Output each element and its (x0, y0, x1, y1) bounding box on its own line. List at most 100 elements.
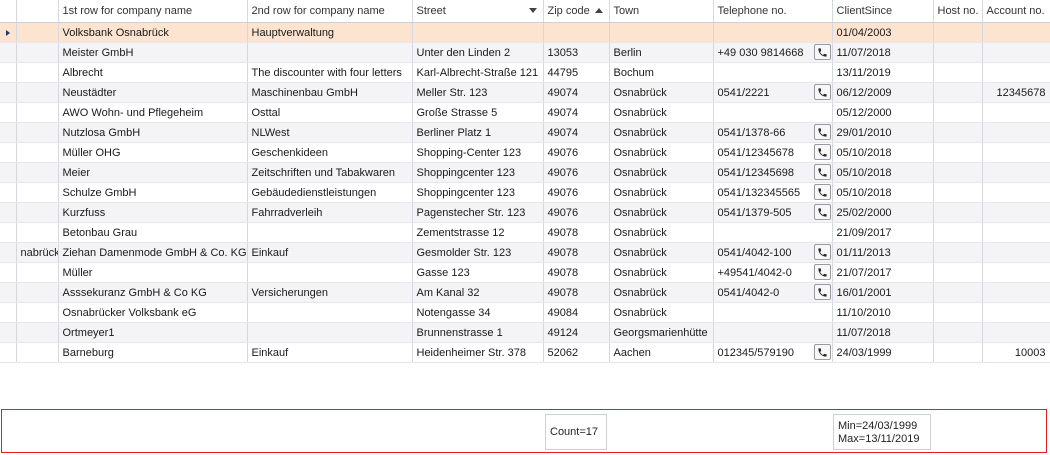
table-row[interactable]: Neustädter Maschinenbau GmbH Meller Str. 1… (0, 82, 1050, 103)
cell-town[interactable]: Osnabrück (609, 82, 714, 103)
phone-icon[interactable] (813, 44, 831, 60)
cell-account[interactable] (982, 162, 1050, 183)
cell-telephone[interactable] (713, 22, 833, 43)
cell-client-since[interactable]: 13/11/2019 (832, 62, 934, 83)
cell-telephone[interactable] (713, 322, 833, 343)
cell-lead[interactable] (16, 82, 59, 103)
row-indicator[interactable] (0, 82, 17, 103)
cell-town[interactable]: Osnabrück (609, 182, 714, 203)
cell-host[interactable] (933, 342, 983, 363)
cell-client-since[interactable]: 05/10/2018 (832, 142, 934, 163)
cell-zip[interactable]: 49124 (543, 322, 610, 343)
cell-account[interactable] (982, 102, 1050, 123)
row-indicator[interactable] (0, 142, 17, 163)
cell-street[interactable]: Notengasse 34 (412, 302, 544, 323)
cell-company-name-2[interactable] (247, 322, 413, 343)
cell-client-since[interactable]: 11/07/2018 (832, 42, 934, 63)
cell-lead[interactable] (16, 342, 59, 363)
cell-lead[interactable] (16, 102, 59, 123)
cell-account[interactable] (982, 322, 1050, 343)
row-indicator[interactable] (0, 262, 17, 283)
table-row[interactable]: Nutzlosa GmbH NLWest Berliner Platz 1 49074… (0, 122, 1050, 143)
column-header-host[interactable]: Host no. (933, 0, 983, 23)
cell-company-name-2[interactable]: Zeitschriften und Tabakwaren (247, 162, 413, 183)
column-header-lead[interactable] (16, 0, 59, 23)
cell-host[interactable] (933, 42, 983, 63)
row-indicator[interactable] (0, 282, 17, 303)
table-row[interactable]: Barneburg Einkauf Heidenheimer Str. 378 520… (0, 342, 1050, 363)
cell-company-name-2[interactable]: NLWest (247, 122, 413, 143)
cell-town[interactable]: Osnabrück (609, 202, 714, 223)
cell-town[interactable] (609, 22, 714, 43)
row-indicator[interactable] (0, 102, 17, 123)
cell-street[interactable] (412, 22, 544, 43)
table-row[interactable]: Schulze GmbH Gebäudedienstleistungen Shopp… (0, 182, 1050, 203)
cell-client-since[interactable]: 05/12/2000 (832, 102, 934, 123)
cell-company-name-1[interactable]: Barneburg (58, 342, 248, 363)
cell-host[interactable] (933, 122, 983, 143)
cell-telephone[interactable]: 0541/4042-100 (713, 242, 833, 263)
cell-telephone[interactable] (713, 102, 833, 123)
cell-company-name-1[interactable]: Asssekuranz GmbH & Co KG (58, 282, 248, 303)
cell-account[interactable] (982, 142, 1050, 163)
column-header-client-since[interactable]: ClientSince (832, 0, 934, 23)
cell-street[interactable]: Shoppingcenter 123 (412, 182, 544, 203)
cell-client-since[interactable]: 01/04/2003 (832, 22, 934, 43)
cell-host[interactable] (933, 262, 983, 283)
cell-street[interactable]: Karl-Albrecht-Straße 121 (412, 62, 544, 83)
cell-company-name-2[interactable] (247, 262, 413, 283)
cell-account[interactable] (982, 182, 1050, 203)
cell-account[interactable] (982, 282, 1050, 303)
column-header-second-row[interactable]: 2nd row for company name (247, 0, 413, 23)
cell-zip[interactable]: 49078 (543, 242, 610, 263)
column-header-zip[interactable]: Zip code (543, 0, 610, 23)
cell-zip[interactable]: 49084 (543, 302, 610, 323)
cell-lead[interactable] (16, 302, 59, 323)
cell-street[interactable]: Shoppingcenter 123 (412, 162, 544, 183)
cell-host[interactable] (933, 142, 983, 163)
cell-account[interactable] (982, 42, 1050, 63)
table-row[interactable]: AWO Wohn- und Pflegeheim Osttal Große Stra… (0, 102, 1050, 123)
cell-zip[interactable]: 52062 (543, 342, 610, 363)
cell-lead[interactable] (16, 42, 59, 63)
cell-client-since[interactable]: 05/10/2018 (832, 162, 934, 183)
row-indicator[interactable] (0, 122, 17, 143)
cell-company-name-1[interactable]: Meier (58, 162, 248, 183)
cell-town[interactable]: Osnabrück (609, 122, 714, 143)
cell-client-since[interactable]: 21/09/2017 (832, 222, 934, 243)
row-indicator[interactable] (0, 182, 17, 203)
cell-telephone[interactable]: 0541/12345678 (713, 142, 833, 163)
cell-host[interactable] (933, 62, 983, 83)
cell-street[interactable]: Große Strasse 5 (412, 102, 544, 123)
phone-icon[interactable] (813, 244, 831, 260)
cell-telephone[interactable]: +49 030 9814668 (713, 42, 833, 63)
row-indicator[interactable] (0, 322, 17, 343)
cell-telephone[interactable]: 0541/132345565 (713, 182, 833, 203)
cell-zip[interactable]: 13053 (543, 42, 610, 63)
cell-account[interactable] (982, 202, 1050, 223)
table-row[interactable]: Albrecht The discounter with four letters… (0, 62, 1050, 83)
cell-street[interactable]: Zementstrasse 12 (412, 222, 544, 243)
cell-company-name-1[interactable]: Neustädter (58, 82, 248, 103)
column-header-telephone[interactable]: Telephone no. (713, 0, 833, 23)
cell-street[interactable]: Gesmolder Str. 123 (412, 242, 544, 263)
cell-company-name-2[interactable]: Hauptverwaltung (247, 22, 413, 43)
cell-telephone[interactable]: 0541/4042-0 (713, 282, 833, 303)
phone-icon[interactable] (813, 184, 831, 200)
cell-company-name-1[interactable]: Albrecht (58, 62, 248, 83)
cell-client-since[interactable]: 29/01/2010 (832, 122, 934, 143)
row-indicator[interactable] (0, 242, 17, 263)
cell-town[interactable]: Georgsmarienhütte (609, 322, 714, 343)
cell-telephone[interactable]: +49541/4042-0 (713, 262, 833, 283)
cell-company-name-1[interactable]: Osnabrücker Volksbank eG (58, 302, 248, 323)
cell-client-since[interactable]: 25/02/2000 (832, 202, 934, 223)
cell-town[interactable]: Osnabrück (609, 282, 714, 303)
cell-telephone[interactable]: 0541/1378-66 (713, 122, 833, 143)
phone-icon[interactable] (813, 264, 831, 280)
cell-street[interactable]: Meller Str. 123 (412, 82, 544, 103)
cell-company-name-2[interactable]: Fahrradverleih (247, 202, 413, 223)
cell-town[interactable]: Osnabrück (609, 102, 714, 123)
cell-company-name-2[interactable]: Versicherungen (247, 282, 413, 303)
cell-lead[interactable] (16, 122, 59, 143)
cell-client-since[interactable]: 06/12/2009 (832, 82, 934, 103)
